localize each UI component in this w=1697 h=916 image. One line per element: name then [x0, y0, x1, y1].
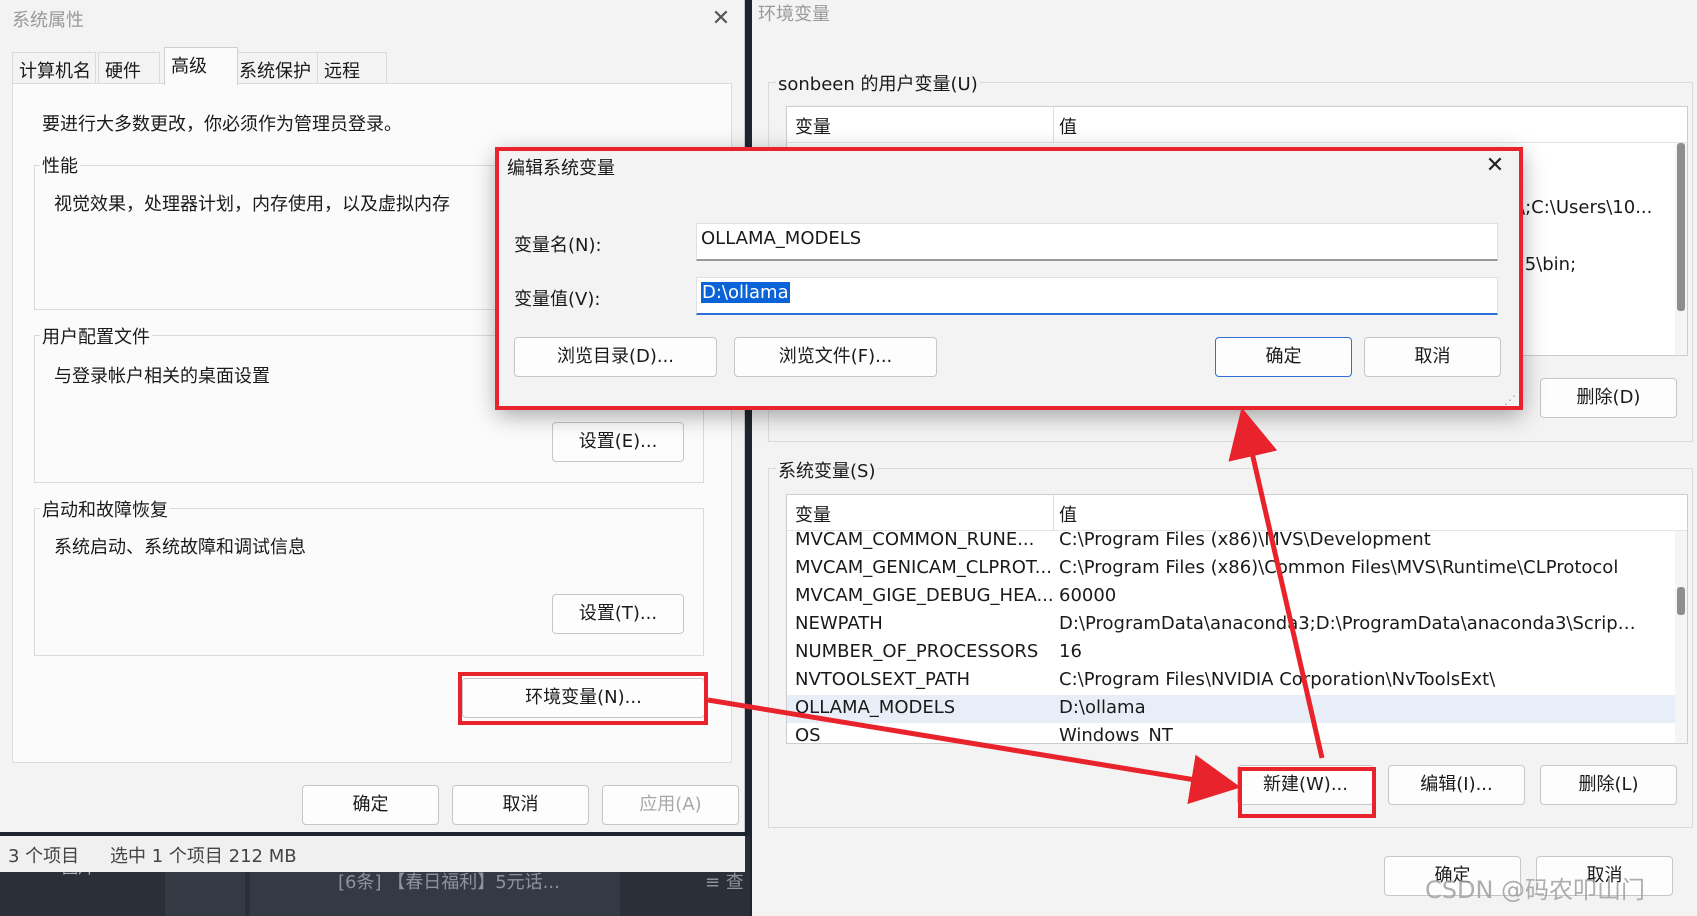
user-profiles-description: 与登录帐户相关的桌面设置 [54, 366, 270, 387]
table-row[interactable]: NVTOOLSEXT_PATH C:\Program Files\NVIDIA … [787, 667, 1687, 695]
table-row[interactable]: NUMBER_OF_PROCESSORS 16 [787, 639, 1687, 667]
user-variables-label: sonbeen 的用户变量(U) [776, 70, 980, 96]
variable-value: 60000 [1059, 585, 1117, 606]
explorer-status-bar: 3 个项目 选中 1 个项目 212 MB [0, 836, 745, 872]
admin-note: 要进行大多数更改，你必须作为管理员登录。 [42, 114, 402, 135]
table-row[interactable]: NEWPATH D:\ProgramData\anaconda3;D:\Prog… [787, 611, 1687, 639]
scrollbar-thumb[interactable] [1677, 143, 1685, 311]
delete-variable-button[interactable]: 删除(L) [1540, 765, 1677, 805]
window-title: 环境变量 [758, 4, 830, 25]
variable-value: C:\Program Files (x86)\Common Files\MVS\… [1059, 557, 1619, 578]
variable-name: MVCAM_COMMON_RUNE... [795, 529, 1035, 550]
ok-button[interactable]: 确定 [302, 785, 439, 825]
close-icon[interactable]: ✕ [708, 6, 734, 32]
tab-computer-name[interactable]: 计算机名 [12, 52, 96, 84]
variable-value: C:\Program Files (x86)\MVS\Development [1059, 529, 1431, 550]
user-profiles-settings-button[interactable]: 设置(E)... [552, 422, 684, 462]
performance-description: 视觉效果，处理器计划，内存使用，以及虚拟内存 [54, 194, 450, 215]
variable-name: OLLAMA_MODELS [795, 697, 956, 718]
variable-value: Windows_NT [1059, 725, 1173, 744]
variable-value: D:\ollama [1059, 697, 1146, 718]
apply-button[interactable]: 应用(A) [602, 785, 739, 825]
user-delete-button[interactable]: 删除(D) [1540, 378, 1677, 418]
performance-label: 性能 [40, 152, 80, 178]
user-variable-value-fragment: .5\bin; [1519, 254, 1577, 275]
startup-recovery-label: 启动和故障恢复 [40, 496, 170, 522]
table-row-selected[interactable]: OLLAMA_MODELS D:\ollama [787, 695, 1687, 723]
system-variables-list[interactable]: 变量 值 MVCAM_COMMON_RUNE... C:\Program Fil… [786, 494, 1688, 744]
edit-variable-button[interactable]: 编辑(I)... [1388, 765, 1525, 805]
column-header-value[interactable]: 值 [1059, 113, 1077, 139]
variable-value: C:\Program Files\NVIDIA Corporation\NvTo… [1059, 669, 1496, 690]
window-title: 系统属性 [12, 10, 84, 31]
user-profiles-label: 用户配置文件 [40, 323, 152, 349]
table-row[interactable]: OS Windows_NT [787, 723, 1687, 744]
annotation-box-edit-dialog [495, 147, 1523, 410]
table-row[interactable]: MVCAM_COMMON_RUNE... C:\Program Files (x… [787, 527, 1687, 555]
user-variable-value-fragment: \;C:\Users\10... [1519, 197, 1653, 218]
scrollbar-thumb[interactable] [1677, 587, 1685, 615]
tab-remote[interactable]: 远程 [317, 52, 387, 84]
annotation-box-env-button [458, 672, 708, 725]
column-header-value[interactable]: 值 [1059, 501, 1077, 527]
annotation-box-new-button [1238, 767, 1376, 818]
startup-settings-button[interactable]: 设置(T)... [552, 594, 684, 634]
status-item-count: 3 个项目 [8, 846, 80, 867]
tab-hardware[interactable]: 硬件 [98, 52, 160, 84]
list-header: 变量 值 [787, 495, 1687, 531]
table-row[interactable]: MVCAM_GIGE_DEBUG_HEA... 60000 [787, 583, 1687, 611]
table-row[interactable]: MVCAM_GENICAM_CLPROT... C:\Program Files… [787, 555, 1687, 583]
variable-name: MVCAM_GIGE_DEBUG_HEA... [795, 585, 1054, 606]
column-header-variable[interactable]: 变量 [795, 113, 831, 139]
column-header-variable[interactable]: 变量 [795, 501, 831, 527]
variable-value: 16 [1059, 641, 1082, 662]
status-selection: 选中 1 个项目 212 MB [110, 846, 297, 867]
environment-variables-window: 环境变量 sonbeen 的用户变量(U) 变量 值 \;C:\Users\10… [752, 0, 1697, 916]
variable-name: NVTOOLSEXT_PATH [795, 669, 971, 690]
startup-recovery-description: 系统启动、系统故障和调试信息 [54, 537, 306, 558]
variable-name: NUMBER_OF_PROCESSORS [795, 641, 1039, 662]
watermark: CSDN @码农叩山门 [1425, 876, 1646, 904]
vertical-scrollbar[interactable] [1675, 531, 1687, 743]
variable-name: MVCAM_GENICAM_CLPROT... [795, 557, 1052, 578]
variable-value: D:\ProgramData\anaconda3;D:\ProgramData\… [1059, 613, 1639, 634]
system-variables-label: 系统变量(S) [776, 457, 878, 483]
column-separator[interactable] [1053, 495, 1054, 531]
variable-name: OS [795, 725, 821, 744]
tab-system-protection[interactable]: 系统保护 [232, 52, 322, 84]
cancel-button[interactable]: 取消 [452, 785, 589, 825]
column-separator[interactable] [1053, 107, 1054, 143]
tab-advanced[interactable]: 高级 [164, 47, 238, 85]
list-header: 变量 值 [787, 107, 1687, 143]
vertical-scrollbar[interactable] [1675, 143, 1687, 355]
variable-name: NEWPATH [795, 613, 883, 634]
